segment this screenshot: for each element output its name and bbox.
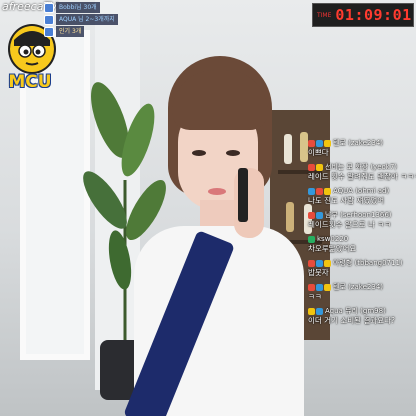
lips [208, 188, 226, 195]
chat-message-header: AQUA (ohmi ad) [308, 186, 414, 196]
badge-icon [308, 235, 315, 243]
chat-nickname[interactable]: 텐로 (zake234) [333, 282, 383, 292]
donation-info-panel: Bobbi님 30개 AQUA 님 2~3개까지 인기 3개 [44, 2, 118, 38]
badge-icon [316, 307, 323, 315]
chat-text: ㅋㅋ [308, 292, 322, 301]
chat-message-header: 텐로 (zake234) [308, 138, 414, 148]
chat-nickname[interactable]: 텐로 (zake234) [333, 138, 383, 148]
chat-text: 이쁘다 [308, 148, 329, 157]
chat-message: 남부 (serhoon1366) 레이드횟수 알으로 나 ㅋㅋ [308, 210, 414, 230]
badge-icon [308, 139, 315, 147]
info-row: 인기 3개 [44, 26, 118, 37]
chat-text: 밥뭇자 [308, 268, 329, 277]
chat-message-header: 남부 (serhoon1366) [308, 210, 414, 220]
badge-icon [316, 259, 323, 267]
timer-value: 01:09:01 [335, 6, 412, 24]
chat-message-header: 선비는 모 화장 (yeok7) [308, 162, 414, 172]
chat-nickname[interactable]: 아령형 (tbbang0711) [333, 258, 403, 268]
chat-text: 레이드 횟수 알려줘도 괜찮아 ㅋㅋㅋ [308, 172, 416, 181]
chat-message-header: Aqua 뮤리 (gm98) [308, 306, 414, 316]
badge-icon [316, 283, 323, 291]
badge-icon [324, 139, 331, 147]
chat-message: 텐로 (zake234) 이쁘다 [308, 138, 414, 158]
info-text: AQUA 님 2~3개까지 [56, 14, 118, 25]
info-text: 인기 3개 [56, 26, 85, 37]
info-text: Bobbi님 30개 [56, 2, 100, 13]
badge-icon [308, 307, 315, 315]
badge-icon [316, 211, 323, 219]
chat-text: 레이드횟수 알으로 나 ㅋㅋ [308, 220, 392, 229]
badge-icon [308, 283, 315, 291]
badge-icon [324, 187, 331, 195]
star-icon [44, 14, 54, 25]
chat-message: ksw0220 차오루닮았어요 [308, 234, 414, 254]
chat-nickname[interactable]: ksw0220 [317, 235, 348, 243]
chat-message: AQUA (ohmi ad) 나도 진도 사람 쟤였었어 [308, 186, 414, 206]
badge-icon [308, 259, 315, 267]
timer-label: TIME [317, 11, 332, 19]
broadcast-timer: TIME 01:09:01 [312, 3, 414, 27]
mascot-label: MCU [8, 72, 52, 92]
chat-message-header: 텐로 (zake234) [308, 282, 414, 292]
badge-icon [324, 283, 331, 291]
badge-icon [316, 139, 323, 147]
chat-text: 이더 거기 소비된 결과요다? [308, 316, 396, 325]
chat-message-header: ksw0220 [308, 234, 414, 244]
eye [192, 150, 206, 156]
chat-overlay: 텐로 (zake234) 이쁘다 선비는 모 화장 (yeok7) 레이드 횟수… [308, 138, 416, 330]
chat-nickname[interactable]: Aqua 뮤리 (gm98) [325, 306, 386, 316]
info-row: AQUA 님 2~3개까지 [44, 14, 118, 25]
eye [226, 150, 240, 156]
chat-nickname[interactable]: 남부 (serhoon1366) [325, 210, 392, 220]
chat-text: 차오루닮았어요 [308, 244, 357, 253]
chat-nickname[interactable]: AQUA (ohmi ad) [333, 187, 389, 195]
chat-nickname[interactable]: 선비는 모 화장 (yeok7) [325, 162, 397, 172]
phone [238, 168, 248, 222]
badge-icon [308, 187, 315, 195]
streamer [120, 50, 310, 416]
badge-icon [316, 163, 323, 171]
badge-icon [324, 259, 331, 267]
badge-icon [316, 187, 323, 195]
info-row: Bobbi님 30개 [44, 2, 118, 13]
chat-text: 나도 진도 사람 쟤였었어 [308, 196, 385, 205]
chat-message: 아령형 (tbbang0711) 밥뭇자 [308, 258, 414, 278]
badge-icon [308, 211, 315, 219]
chat-message: Aqua 뮤리 (gm98) 이더 거기 소비된 결과요다? [308, 306, 414, 326]
star-icon [44, 2, 54, 13]
chat-message: 선비는 모 화장 (yeok7) 레이드 횟수 알려줘도 괜찮아 ㅋㅋㅋ [308, 162, 416, 182]
badge-icon [308, 163, 315, 171]
chat-message: 텐로 (zake234) ㅋㅋ [308, 282, 414, 302]
chat-message-header: 아령형 (tbbang0711) [308, 258, 414, 268]
star-icon [44, 26, 54, 37]
